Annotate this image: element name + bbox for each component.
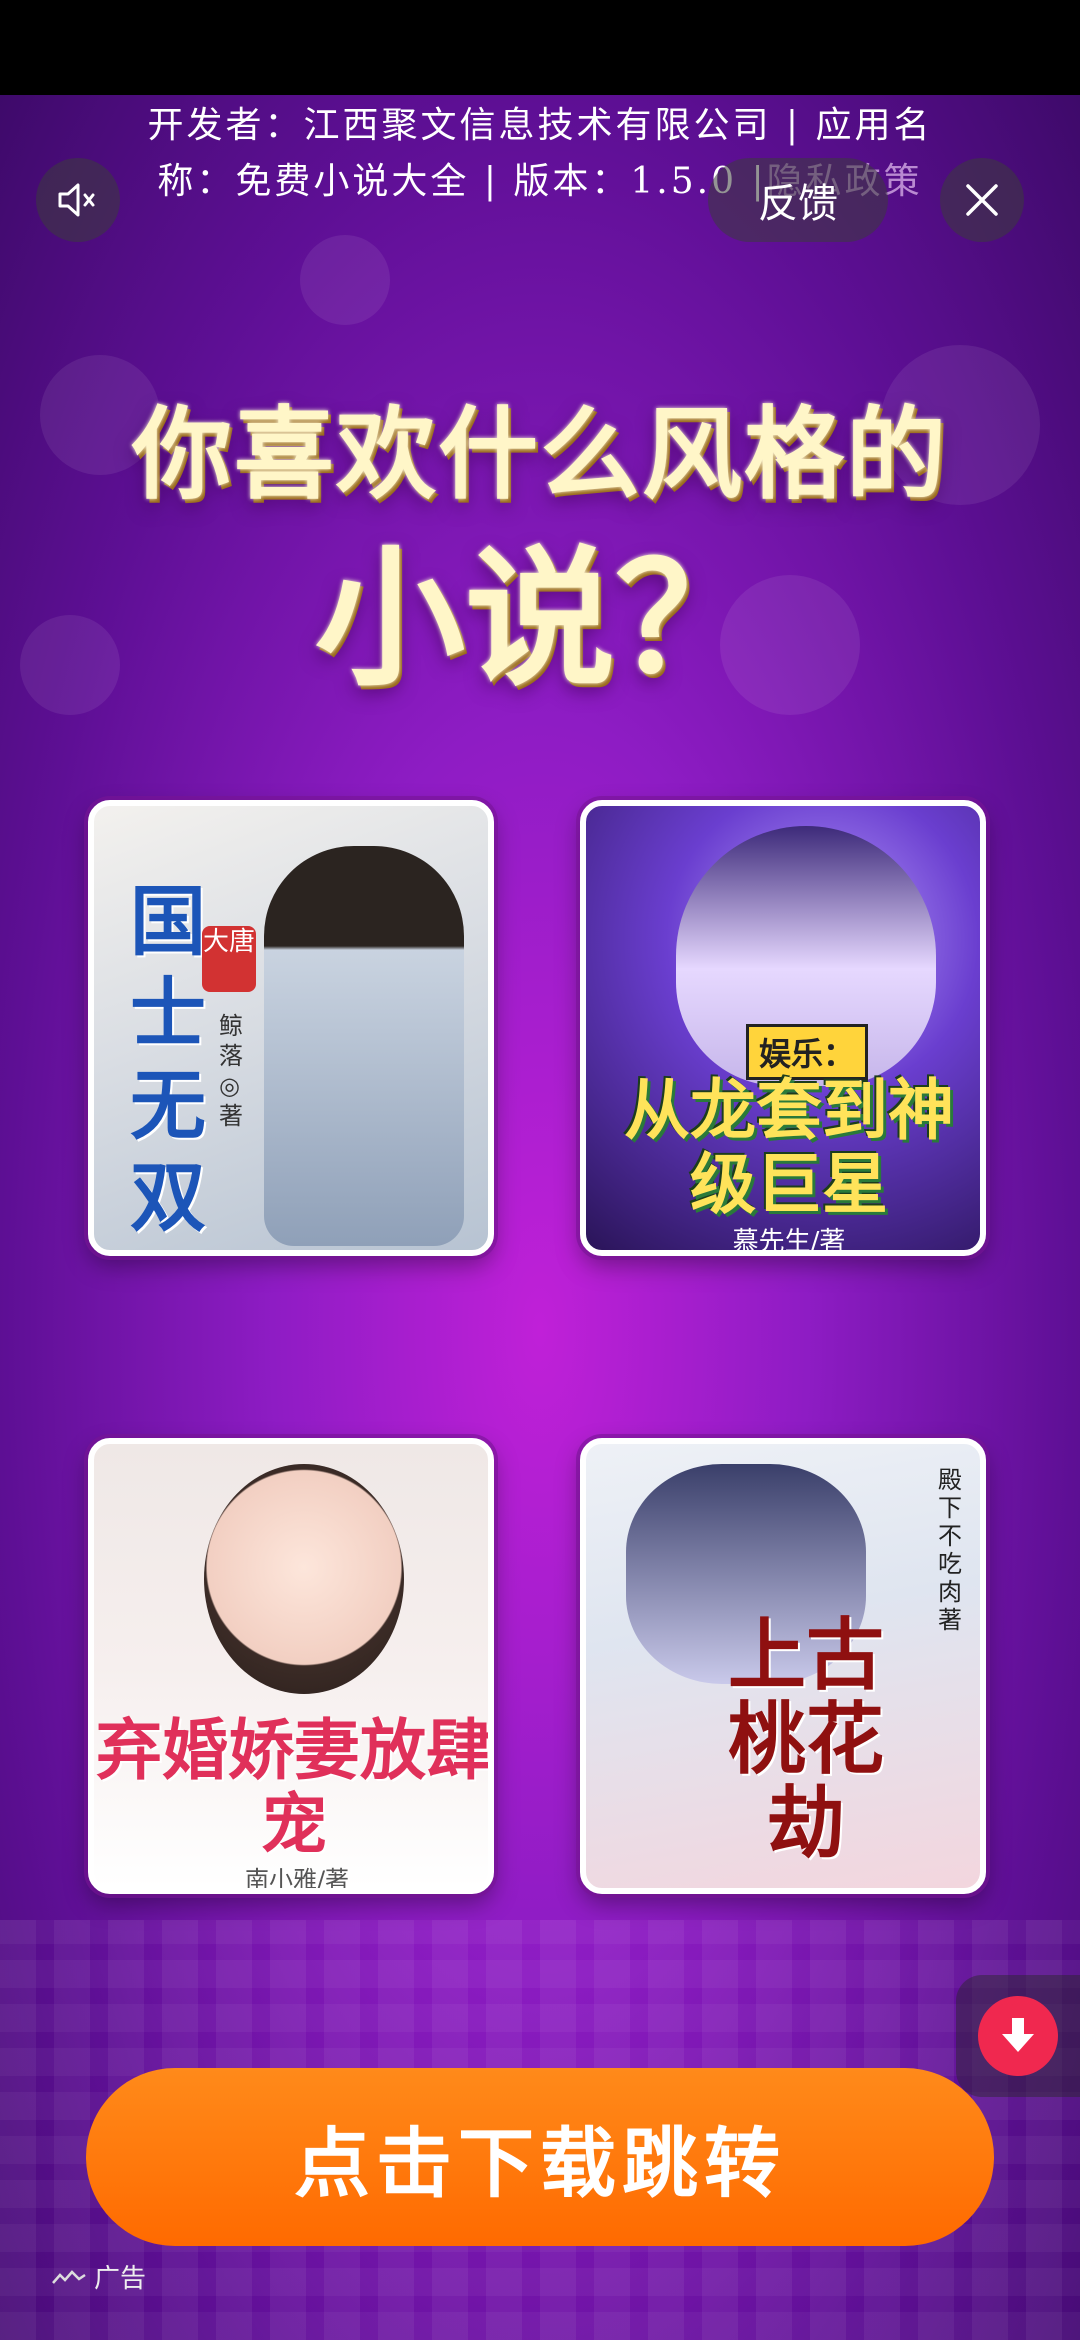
book-author: 慕先生/著 bbox=[732, 1227, 846, 1256]
developer-info-line2: 称：免费小说大全 | 版本：1.5.0 | bbox=[157, 161, 767, 202]
developer-info-line1: 开发者：江西聚文信息技术有限公司 | 应用名 bbox=[147, 105, 933, 146]
close-button[interactable] bbox=[940, 158, 1024, 242]
book-author: 南小雅/著 bbox=[244, 1866, 350, 1894]
close-icon bbox=[966, 184, 998, 216]
book-title: 从龙套到神级巨星 bbox=[624, 1072, 954, 1223]
book-cover-1[interactable]: 国士无双 大唐 鲸落◎著 bbox=[88, 800, 494, 1256]
book-cover-3[interactable]: 弃婚娇妻放肆宠 南小雅/著 bbox=[88, 1438, 494, 1894]
book-title: 弃婚娇妻放肆宠 bbox=[96, 1712, 492, 1863]
status-bar bbox=[0, 0, 1080, 95]
cover-illustration bbox=[264, 846, 464, 1246]
book-cover-2[interactable]: 娱乐： 从龙套到神级巨星 慕先生/著 bbox=[580, 800, 986, 1256]
speaker-muted-icon bbox=[58, 183, 95, 217]
download-float-button[interactable] bbox=[956, 1975, 1080, 2097]
book-author: 鲸落◎著 bbox=[219, 1012, 243, 1130]
developer-info: 开发者：江西聚文信息技术有限公司 | 应用名 称：免费小说大全 | 版本：1.5… bbox=[0, 98, 1080, 210]
ad-label-text: 广告 bbox=[94, 2264, 147, 2294]
book-title: 上古桃花劫 bbox=[727, 1611, 884, 1869]
book-cover-4[interactable]: 上古桃花劫 殿下不吃肉著 bbox=[580, 1438, 986, 1894]
ad-logo-icon bbox=[52, 2269, 86, 2284]
book-author: 殿下不吃肉著 bbox=[938, 1466, 962, 1634]
bokeh-light bbox=[300, 235, 390, 325]
download-arrow-icon bbox=[1002, 2018, 1034, 2052]
headline-line1: 你喜欢什么风格的 bbox=[132, 396, 948, 513]
download-cta-button[interactable]: 点击下载跳转 bbox=[86, 2068, 994, 2246]
cover-illustration bbox=[204, 1464, 404, 1694]
book-badge: 大唐 bbox=[202, 926, 256, 992]
download-badge bbox=[978, 1996, 1058, 2076]
mute-button[interactable] bbox=[36, 158, 120, 242]
headline-line2: 小说？ bbox=[314, 533, 765, 707]
headline: 你喜欢什么风格的 小说？ bbox=[0, 395, 1080, 715]
ad-label: 广告 bbox=[52, 2258, 146, 2295]
feedback-button[interactable]: 反馈 bbox=[708, 158, 888, 242]
